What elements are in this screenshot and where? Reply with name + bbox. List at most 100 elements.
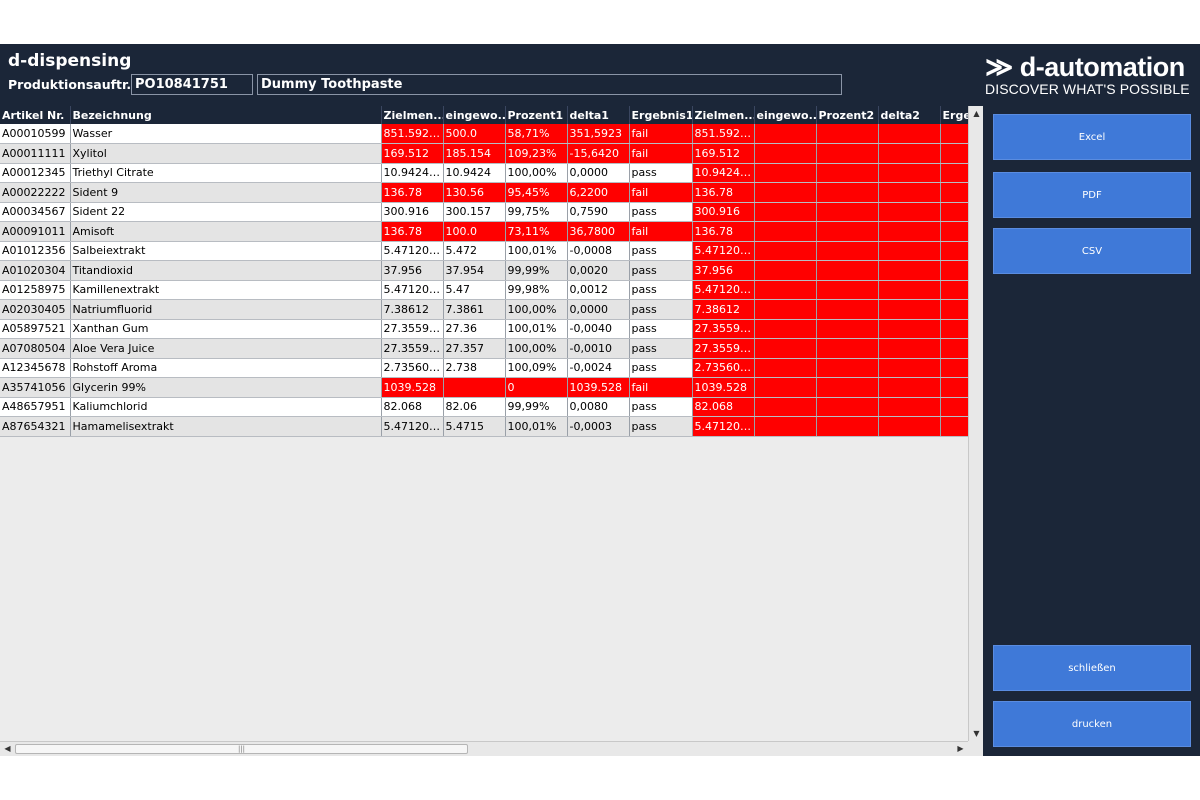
- table-cell: [940, 182, 968, 203]
- table-cell: [754, 202, 817, 222]
- table-row[interactable]: A01020304 Titandioxid 37.956 37.954 99,99% 0,…: [0, 260, 968, 281]
- table-row[interactable]: A00012345 Triethyl Citrate 10.94240... 10.9…: [0, 163, 968, 183]
- table-row[interactable]: A48657951 Kaliumchlorid 82.068 82.06 99,99% 0…: [0, 397, 968, 417]
- table-cell: [816, 221, 879, 242]
- column-header[interactable]: Prozent1: [505, 106, 568, 124]
- table-row[interactable]: A02030405 Natriumfluorid 7.38612 7.3861 100,…: [0, 299, 968, 320]
- scroll-left-icon[interactable]: ◀: [0, 742, 15, 757]
- column-header[interactable]: Zielmen...: [381, 106, 444, 124]
- column-header[interactable]: eingewo...: [443, 106, 506, 124]
- table-cell: pass: [629, 358, 693, 378]
- table-cell: pass: [629, 260, 693, 281]
- table-cell: 169.512: [381, 143, 444, 164]
- table-cell: A00012345: [0, 163, 71, 183]
- column-header[interactable]: delta2: [878, 106, 941, 124]
- column-header[interactable]: Zielmen...: [692, 106, 755, 124]
- table-cell: 100,00%: [505, 163, 568, 183]
- table-row[interactable]: A01258975 Kamillenextrakt 5.471200... 5.47 9…: [0, 280, 968, 300]
- column-header[interactable]: Bezeichnung: [70, 106, 382, 124]
- column-header[interactable]: delta1: [567, 106, 630, 124]
- column-header[interactable]: eingewo...: [754, 106, 817, 124]
- product-name-field[interactable]: Dummy Toothpaste: [257, 74, 842, 95]
- table-cell: [754, 397, 817, 417]
- table-cell: 169.512: [692, 143, 755, 164]
- table-row[interactable]: A35741056 Glycerin 99% 1039.528 0 1039.528 fa…: [0, 377, 968, 398]
- table-cell: [878, 397, 941, 417]
- print-button[interactable]: drucken: [993, 701, 1191, 747]
- table-cell: Triethyl Citrate: [70, 163, 382, 183]
- table-cell: [754, 280, 817, 300]
- table-cell: [754, 358, 817, 378]
- table-cell: [754, 143, 817, 164]
- table-row[interactable]: A12345678 Rohstoff Aroma 2.735600... 2.738 1…: [0, 358, 968, 378]
- vertical-scrollbar[interactable]: ▲ ▼: [968, 106, 983, 741]
- table-cell: 136.78: [381, 182, 444, 203]
- scroll-down-icon[interactable]: ▼: [969, 726, 984, 741]
- export-csv-button[interactable]: CSV: [993, 228, 1191, 274]
- horizontal-scroll-thumb[interactable]: |||: [15, 744, 468, 754]
- table-cell: 0,0020: [567, 260, 630, 281]
- table-cell: 5.471200...: [692, 416, 755, 437]
- table-cell: 73,11%: [505, 221, 568, 242]
- table-cell: [878, 377, 941, 398]
- column-header[interactable]: Ergebnis1: [629, 106, 693, 124]
- table-cell: Wasser: [70, 124, 382, 144]
- table-cell: [878, 202, 941, 222]
- table-cell: [754, 163, 817, 183]
- table-cell: [940, 416, 968, 437]
- table-cell: [940, 163, 968, 183]
- table-cell: 27.35599...: [692, 338, 755, 359]
- table-cell: 851.5922...: [381, 124, 444, 144]
- table-row[interactable]: A07080504 Aloe Vera Juice 27.35599... 27.35…: [0, 338, 968, 359]
- column-header[interactable]: Erge: [940, 106, 968, 124]
- table-row[interactable]: A00010599 Wasser 851.5922... 500.0 58,71% 351…: [0, 124, 968, 144]
- table-row[interactable]: A87654321 Hamamelisextrakt 5.471200... 5.47…: [0, 416, 968, 437]
- table-cell: fail: [629, 143, 693, 164]
- table-row[interactable]: A00011111 Xylitol 169.512 185.154 109,23% -15…: [0, 143, 968, 164]
- table-cell: A12345678: [0, 358, 71, 378]
- table-cell: [816, 163, 879, 183]
- table-cell: [754, 299, 817, 320]
- table-cell: A00010599: [0, 124, 71, 144]
- table-cell: A00022222: [0, 182, 71, 203]
- table-cell: pass: [629, 280, 693, 300]
- export-excel-button[interactable]: Excel: [993, 114, 1191, 160]
- table-row[interactable]: A00022222 Sident 9 136.78 130.56 95,45% 6,220…: [0, 182, 968, 203]
- table-cell: 5.47: [443, 280, 506, 300]
- table-cell: 2.735600...: [692, 358, 755, 378]
- table-cell: [878, 124, 941, 144]
- column-header[interactable]: Prozent2: [816, 106, 879, 124]
- table-cell: A87654321: [0, 416, 71, 437]
- scroll-up-icon[interactable]: ▲: [969, 106, 984, 121]
- table-cell: pass: [629, 241, 693, 261]
- table-cell: [754, 124, 817, 144]
- table-row[interactable]: A00034567 Sident 22 300.916 300.157 99,75% 0,…: [0, 202, 968, 222]
- table-cell: [940, 143, 968, 164]
- production-order-field[interactable]: PO10841751: [131, 74, 253, 95]
- table-row[interactable]: A00091011 Amisoft 136.78 100.0 73,11% 36,7800…: [0, 221, 968, 242]
- table-cell: -0,0010: [567, 338, 630, 359]
- table-cell: 851.5922...: [692, 124, 755, 144]
- table-cell: [816, 358, 879, 378]
- table-cell: 100,09%: [505, 358, 568, 378]
- table-cell: pass: [629, 338, 693, 359]
- app-window: d-dispensing Produktionsauftr... PO10841…: [0, 44, 1200, 756]
- table-cell: [878, 143, 941, 164]
- scroll-right-icon[interactable]: ▶: [953, 742, 968, 757]
- table-cell: [816, 299, 879, 320]
- table-row[interactable]: A01012356 Salbeiextrakt 5.471200... 5.472 10…: [0, 241, 968, 261]
- horizontal-scrollbar[interactable]: ◀ ||| ▶: [0, 741, 968, 756]
- close-button[interactable]: schließen: [993, 645, 1191, 691]
- table-row[interactable]: A05897521 Xanthan Gum 27.35599... 27.36 100,…: [0, 319, 968, 339]
- table-cell: [940, 221, 968, 242]
- column-header[interactable]: Artikel Nr.: [0, 106, 71, 124]
- table-cell: 1039.528: [692, 377, 755, 398]
- table-cell: [754, 241, 817, 261]
- export-pdf-button[interactable]: PDF: [993, 172, 1191, 218]
- header: d-dispensing Produktionsauftr... PO10841…: [0, 44, 1200, 106]
- table-cell: fail: [629, 221, 693, 242]
- table-cell: 7.3861: [443, 299, 506, 320]
- table-cell: 82.068: [381, 397, 444, 417]
- table-cell: 37.954: [443, 260, 506, 281]
- table-cell: 10.9424: [443, 163, 506, 183]
